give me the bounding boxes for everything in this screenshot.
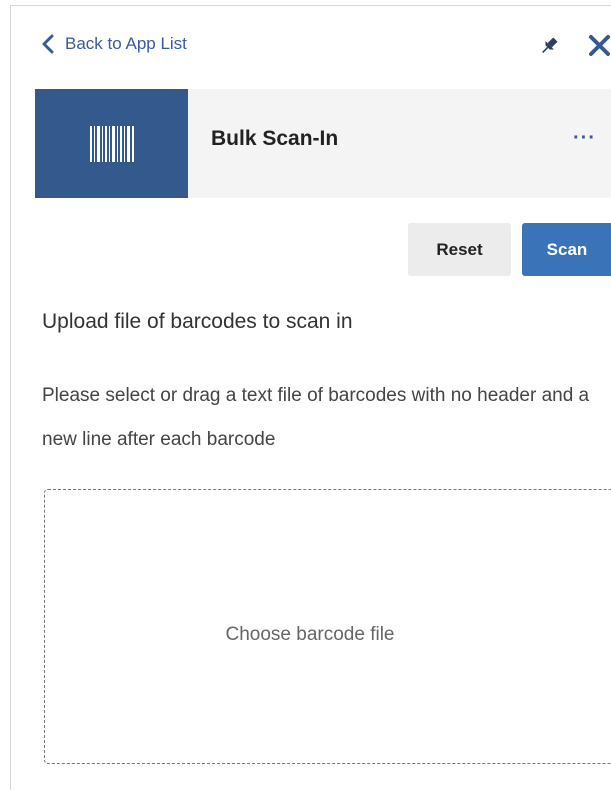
more-options-button[interactable]: ··· — [573, 127, 596, 150]
chevron-left-icon — [42, 34, 54, 54]
pin-icon — [542, 37, 558, 54]
upload-instructions: Please select or drag a text file of bar… — [42, 385, 590, 450]
top-bar: Back to App List — [11, 6, 611, 88]
close-icon — [589, 35, 610, 56]
app-panel: Back to App List Bulk Scan-In ··· Reset … — [10, 5, 611, 790]
barcode-icon — [89, 125, 134, 162]
back-to-app-list-link[interactable]: Back to App List — [41, 34, 187, 54]
app-header: Bulk Scan-In ··· — [35, 89, 611, 198]
scan-button[interactable]: Scan — [522, 223, 611, 276]
app-title: Bulk Scan-In — [211, 127, 339, 150]
back-link-label: Back to App List — [65, 34, 187, 53]
reset-button[interactable]: Reset — [408, 223, 511, 276]
pin-button[interactable] — [538, 35, 560, 57]
upload-heading: Upload file of barcodes to scan in — [42, 310, 353, 333]
dropzone-label: Choose barcode file — [225, 624, 395, 645]
app-icon-tile — [35, 89, 188, 198]
barcode-file-dropzone[interactable]: Choose barcode file — [44, 489, 611, 764]
close-button[interactable] — [587, 33, 611, 58]
